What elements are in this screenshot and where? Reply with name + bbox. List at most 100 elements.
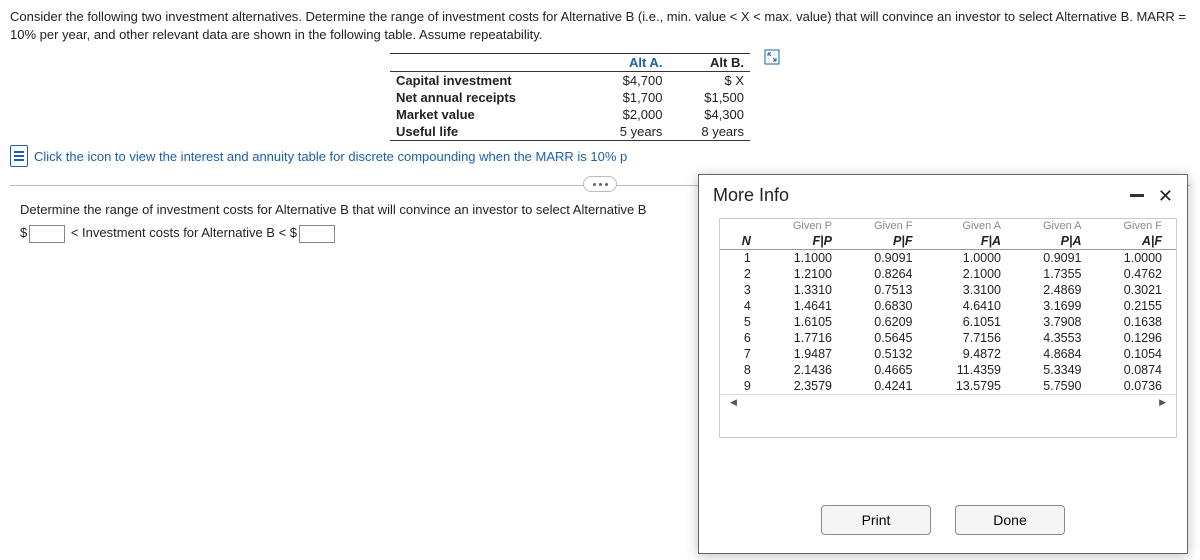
answer-mid-text: < Investment costs for Alternative B < $	[67, 225, 297, 240]
cell: 1.7716	[765, 330, 846, 346]
cell: $4,300	[668, 106, 750, 123]
cell: 0.5132	[846, 346, 926, 362]
cell: 7.7156	[926, 330, 1015, 346]
col-header-b: Alt B.	[668, 54, 750, 72]
cell: 1.0000	[1096, 250, 1177, 267]
col-header: P|F	[846, 233, 926, 250]
expand-table-icon[interactable]	[764, 49, 780, 65]
interest-factor-table: Given P Given F Given A Given A Given F …	[720, 219, 1176, 394]
table-row: 21.21000.82642.10001.73550.4762	[720, 266, 1176, 282]
cell: 1.9487	[765, 346, 846, 362]
cell: $ X	[668, 72, 750, 90]
min-cost-input[interactable]	[29, 225, 65, 243]
cell: 0.1296	[1096, 330, 1177, 346]
cell: 8	[720, 362, 765, 378]
pre-header	[720, 219, 765, 233]
cell: $1,500	[668, 89, 750, 106]
pre-header: Given F	[846, 219, 926, 233]
col-header-a: Alt A.	[587, 54, 669, 72]
cell: 9	[720, 378, 765, 394]
cell: $2,000	[587, 106, 669, 123]
cell: 13.5795	[926, 378, 1015, 394]
table-row: 31.33100.75133.31002.48690.3021	[720, 282, 1176, 298]
cell: 4.6410	[926, 298, 1015, 314]
factor-table-scroll[interactable]: Given P Given F Given A Given A Given F …	[719, 218, 1177, 438]
pre-header: Given P	[765, 219, 846, 233]
cell: 5.3349	[1015, 362, 1095, 378]
table-row: 41.46410.68304.64103.16990.2155	[720, 298, 1176, 314]
currency-prefix: $	[20, 225, 27, 240]
cell: 0.4241	[846, 378, 926, 394]
cell: 0.5645	[846, 330, 926, 346]
cell: 1.3310	[765, 282, 846, 298]
table-row: 71.94870.51329.48724.86840.1054	[720, 346, 1176, 362]
alternatives-table: Alt A. Alt B. Capital investment $4,700 …	[390, 53, 750, 141]
pre-header: Given A	[1015, 219, 1095, 233]
link-text: Click the icon to view the interest and …	[34, 149, 627, 164]
cell: 0.6830	[846, 298, 926, 314]
cell: 0.0874	[1096, 362, 1177, 378]
cell: 1.1000	[765, 250, 846, 267]
table-row: 82.14360.466511.43595.33490.0874	[720, 362, 1176, 378]
cell: 0.0736	[1096, 378, 1177, 394]
cell: 2.3579	[765, 378, 846, 394]
row-label: Capital investment	[390, 72, 587, 90]
minimize-icon[interactable]	[1130, 194, 1144, 197]
open-table-link[interactable]: Click the icon to view the interest and …	[10, 145, 1190, 167]
cell: 9.4872	[926, 346, 1015, 362]
cell: 0.9091	[1015, 250, 1095, 267]
cell: 5 years	[587, 123, 669, 141]
done-button[interactable]: Done	[955, 505, 1065, 535]
cell: 1.0000	[926, 250, 1015, 267]
col-header: P|A	[1015, 233, 1095, 250]
scroll-left-icon[interactable]: ◀	[726, 397, 741, 408]
scroll-right-icon[interactable]: ▶	[1155, 397, 1170, 408]
print-button[interactable]: Print	[821, 505, 931, 535]
col-header: F|P	[765, 233, 846, 250]
col-header: A|F	[1096, 233, 1177, 250]
table-row: 51.61050.62096.10513.79080.1638	[720, 314, 1176, 330]
max-cost-input[interactable]	[299, 225, 335, 243]
cell: $1,700	[587, 89, 669, 106]
col-header: N	[720, 233, 765, 250]
row-label: Market value	[390, 106, 587, 123]
cell: 0.4665	[846, 362, 926, 378]
cell: 2.1000	[926, 266, 1015, 282]
modal-title: More Info	[713, 185, 789, 206]
cell: 4	[720, 298, 765, 314]
table-row: 11.10000.90911.00000.90911.0000	[720, 250, 1176, 267]
more-info-modal: More Info ✕ Given P Given F Given A Give…	[698, 174, 1188, 554]
cell: 1.7355	[1015, 266, 1095, 282]
cell: 3.3100	[926, 282, 1015, 298]
cell: 8 years	[668, 123, 750, 141]
cell: 2.1436	[765, 362, 846, 378]
close-icon[interactable]: ✕	[1158, 187, 1173, 205]
cell: 2.4869	[1015, 282, 1095, 298]
cell: 6.1051	[926, 314, 1015, 330]
cell: 3.1699	[1015, 298, 1095, 314]
cell: 7	[720, 346, 765, 362]
cell: 0.1638	[1096, 314, 1177, 330]
row-label: Useful life	[390, 123, 587, 141]
cell: 0.8264	[846, 266, 926, 282]
cell: 0.7513	[846, 282, 926, 298]
cell: 0.3021	[1096, 282, 1177, 298]
document-icon	[10, 145, 28, 167]
pre-header: Given A	[926, 219, 1015, 233]
row-label: Net annual receipts	[390, 89, 587, 106]
cell: 5.7590	[1015, 378, 1095, 394]
cell: 3	[720, 282, 765, 298]
table-row: 61.77160.56457.71564.35530.1296	[720, 330, 1176, 346]
cell: 2	[720, 266, 765, 282]
table-row: 92.35790.424113.57955.75900.0736	[720, 378, 1176, 394]
cell: $4,700	[587, 72, 669, 90]
cell: 1.6105	[765, 314, 846, 330]
cell: 0.2155	[1096, 298, 1177, 314]
cell: 0.1054	[1096, 346, 1177, 362]
cell: 1.2100	[765, 266, 846, 282]
cell: 4.3553	[1015, 330, 1095, 346]
cell: 1	[720, 250, 765, 267]
problem-statement: Consider the following two investment al…	[10, 8, 1190, 43]
expand-dots-button[interactable]	[583, 176, 617, 192]
cell: 1.4641	[765, 298, 846, 314]
